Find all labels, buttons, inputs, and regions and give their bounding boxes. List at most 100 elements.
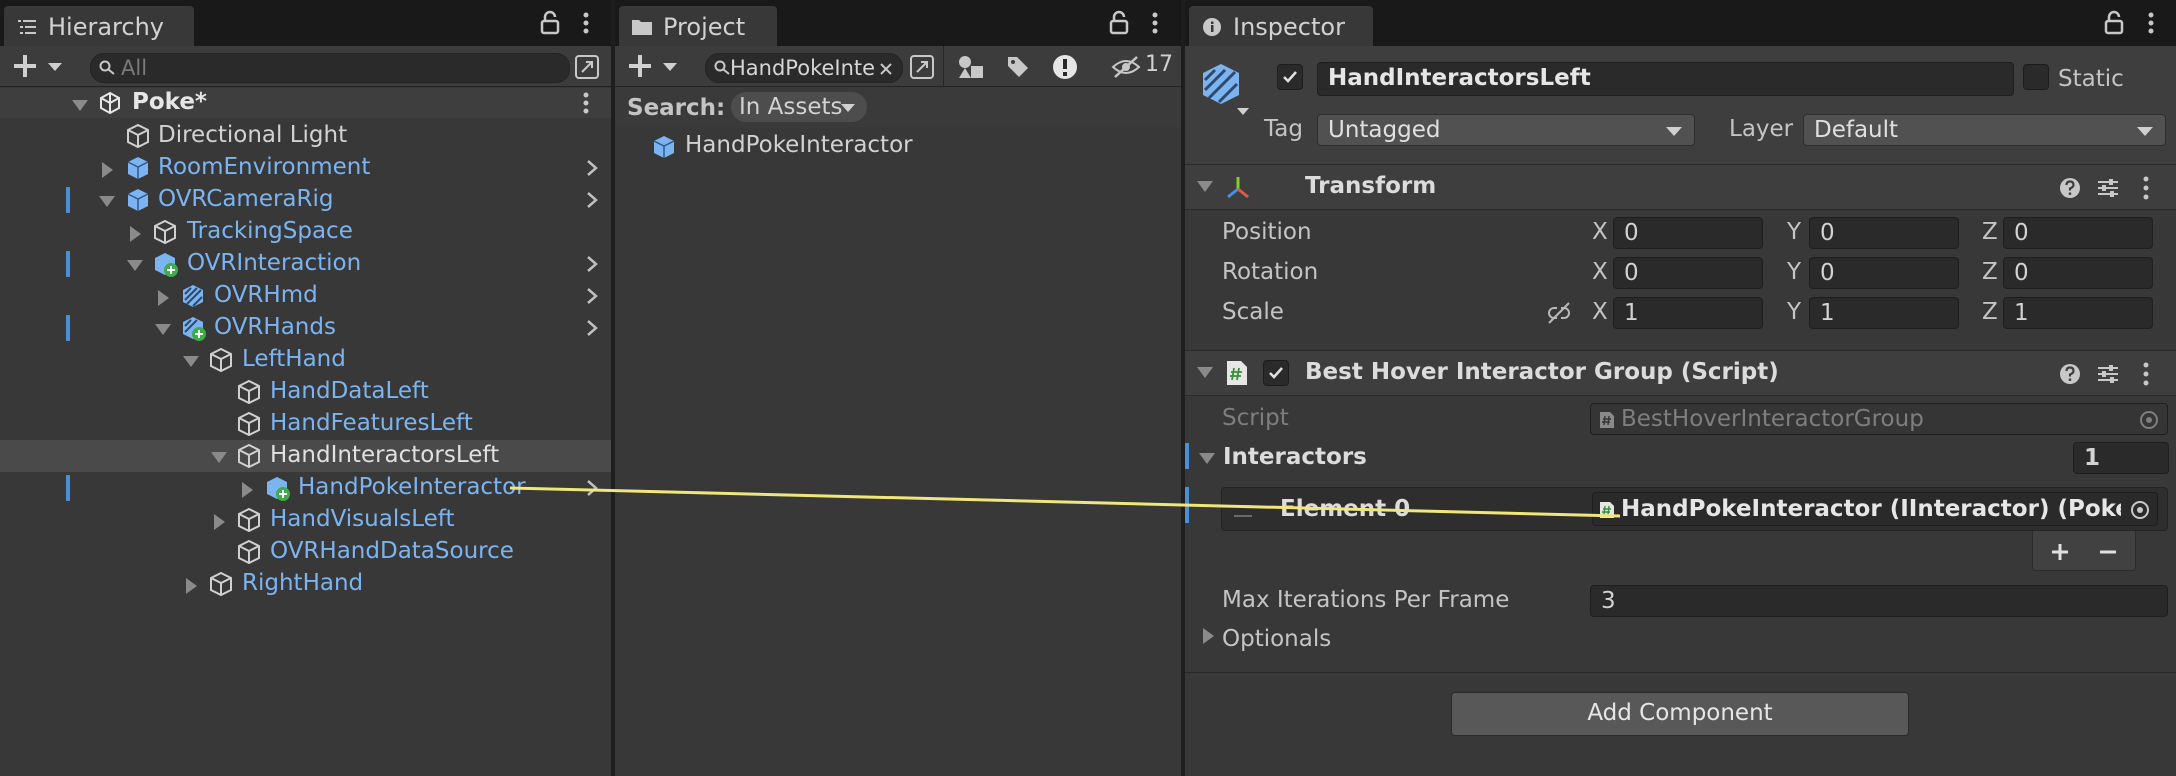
tag-dropdown[interactable]: Untagged: [1317, 114, 1695, 146]
lock-icon[interactable]: [538, 10, 562, 36]
expand-arrow[interactable]: [183, 356, 199, 367]
more-icon[interactable]: [574, 10, 598, 36]
hierarchy-search-input[interactable]: All: [90, 53, 570, 83]
remove-element-button[interactable]: [2097, 541, 2119, 563]
static-checkbox[interactable]: [2023, 64, 2049, 90]
tab-hierarchy[interactable]: Hierarchy: [4, 6, 194, 46]
rotation-z-field[interactable]: 0: [2003, 257, 2153, 289]
hierarchy-item-directional-light[interactable]: Directional Light: [0, 120, 611, 152]
prefab-variant-added-icon: [183, 317, 206, 341]
script-component-body: Script BestHoverInteractorGroup Interact…: [1185, 395, 2176, 665]
reorder-handle[interactable]: [1234, 505, 1252, 517]
object-picker-icon[interactable]: [2129, 499, 2151, 521]
chevron-right-icon[interactable]: [583, 318, 601, 338]
layer-dropdown[interactable]: Default: [1803, 114, 2166, 146]
expand-arrow[interactable]: [130, 226, 141, 242]
hidden-packages-icon[interactable]: [1111, 55, 1141, 79]
more-icon[interactable]: [1143, 10, 1167, 36]
expand-arrow[interactable]: [211, 452, 227, 463]
expand-arrow[interactable]: [214, 514, 225, 530]
chevron-right-icon[interactable]: [583, 190, 601, 210]
chevron-right-icon[interactable]: [583, 254, 601, 274]
hierarchy-item-ovr-camera-rig[interactable]: OVRCameraRig: [0, 184, 611, 216]
search-by-label-icon[interactable]: [1005, 54, 1031, 80]
hierarchy-item-hand-visuals-left[interactable]: HandVisualsLeft: [0, 504, 611, 536]
more-icon[interactable]: [2139, 10, 2163, 36]
list-element-0[interactable]: Element 0 HandPokeInteractor (IInteracto…: [1221, 487, 2168, 531]
hierarchy-item-room-environment[interactable]: RoomEnvironment: [0, 152, 611, 184]
collapse-arrow[interactable]: [1197, 181, 1213, 192]
presets-icon[interactable]: [2095, 361, 2121, 387]
rotation-x-field[interactable]: 0: [1613, 257, 1763, 289]
project-search-input[interactable]: HandPokeInte: [705, 53, 903, 83]
expand-arrow[interactable]: [127, 260, 143, 271]
expand-arrow[interactable]: [72, 100, 88, 111]
expand-arrow[interactable]: [1203, 628, 1214, 644]
scale-z-field[interactable]: 1: [2003, 297, 2153, 329]
tab-hierarchy-label: Hierarchy: [48, 13, 165, 41]
gameobject-large-icon[interactable]: [1197, 60, 1245, 108]
hierarchy-item-ovr-interaction[interactable]: OVRInteraction: [0, 248, 611, 280]
scale-y-field[interactable]: 1: [1809, 297, 1959, 329]
expand-arrow[interactable]: [102, 162, 113, 178]
chevron-right-icon[interactable]: [583, 286, 601, 306]
hierarchy-item-ovr-hmd[interactable]: OVRHmd: [0, 280, 611, 312]
create-dropdown-button[interactable]: [10, 52, 70, 80]
clear-search-icon[interactable]: [878, 61, 894, 77]
hierarchy-item-right-hand[interactable]: RightHand: [0, 568, 611, 600]
hierarchy-item-hand-poke-interactor[interactable]: HandPokeInteractor: [0, 472, 611, 504]
active-checkbox[interactable]: [1277, 64, 1303, 90]
hierarchy-item-ovr-hand-data-source[interactable]: OVRHandDataSource: [0, 536, 611, 568]
lock-icon[interactable]: [1107, 10, 1131, 36]
expand-arrow[interactable]: [186, 578, 197, 594]
hierarchy-item-hand-interactors-left[interactable]: HandInteractorsLeft: [0, 440, 611, 472]
project-result-item[interactable]: HandPokeInteractor: [615, 130, 1181, 164]
collapse-arrow[interactable]: [1197, 367, 1213, 378]
transform-header[interactable]: Transform: [1185, 164, 2176, 210]
help-icon[interactable]: [2057, 361, 2083, 387]
scope-dropdown[interactable]: In Assets: [731, 92, 867, 122]
component-menu-icon[interactable]: [2133, 361, 2159, 387]
script-component-header[interactable]: Best Hover Interactor Group (Script): [1185, 350, 2176, 396]
override-indicator: [66, 315, 70, 341]
expand-arrow[interactable]: [158, 290, 169, 306]
script-enabled-checkbox[interactable]: [1263, 360, 1289, 386]
scene-search-button[interactable]: [574, 54, 600, 80]
lock-icon[interactable]: [2102, 10, 2126, 36]
hierarchy-item-ovr-hands[interactable]: OVRHands: [0, 312, 611, 344]
expand-arrow[interactable]: [155, 324, 171, 335]
position-y-field[interactable]: 0: [1809, 217, 1959, 249]
expand-arrow[interactable]: [242, 482, 253, 498]
warning-filter-icon[interactable]: [1051, 53, 1079, 81]
interactors-size-field[interactable]: 1: [2073, 442, 2169, 474]
position-x-field[interactable]: 0: [1613, 217, 1763, 249]
scale-x-field[interactable]: 1: [1613, 297, 1763, 329]
position-z-field[interactable]: 0: [2003, 217, 2153, 249]
presets-icon[interactable]: [2095, 175, 2121, 201]
help-icon[interactable]: [2057, 175, 2083, 201]
hierarchy-item-hand-features-left[interactable]: HandFeaturesLeft: [0, 408, 611, 440]
hierarchy-item-hand-data-left[interactable]: HandDataLeft: [0, 376, 611, 408]
hierarchy-item-left-hand[interactable]: LeftHand: [0, 344, 611, 376]
constrain-proportions-icon[interactable]: [1545, 301, 1573, 325]
chevron-right-icon[interactable]: [583, 478, 601, 498]
tab-inspector[interactable]: Inspector: [1189, 6, 1373, 46]
scene-more-icon[interactable]: [574, 91, 598, 115]
scene-header-row[interactable]: Poke*: [0, 88, 611, 118]
chevron-right-icon[interactable]: [583, 158, 601, 178]
element-0-object-field[interactable]: HandPokeInteractor (IInteractor) (Poke I…: [1592, 492, 2158, 526]
max-iterations-field[interactable]: 3: [1590, 585, 2168, 617]
tab-project[interactable]: Project: [619, 6, 777, 46]
collapse-arrow[interactable]: [1199, 453, 1215, 464]
rotation-y-field[interactable]: 0: [1809, 257, 1959, 289]
add-element-button[interactable]: [2049, 541, 2071, 563]
hierarchy-item-tracking-space[interactable]: TrackingSpace: [0, 216, 611, 248]
scene-search-button[interactable]: [909, 54, 935, 80]
object-name-field[interactable]: HandInteractorsLeft: [1317, 62, 2014, 96]
component-menu-icon[interactable]: [2133, 175, 2159, 201]
icon-dropdown-arrow[interactable]: [1237, 108, 1249, 115]
create-dropdown-button[interactable]: [625, 52, 685, 80]
add-component-button[interactable]: Add Component: [1451, 692, 1909, 736]
expand-arrow[interactable]: [99, 196, 115, 207]
search-by-type-icon[interactable]: [957, 54, 985, 80]
